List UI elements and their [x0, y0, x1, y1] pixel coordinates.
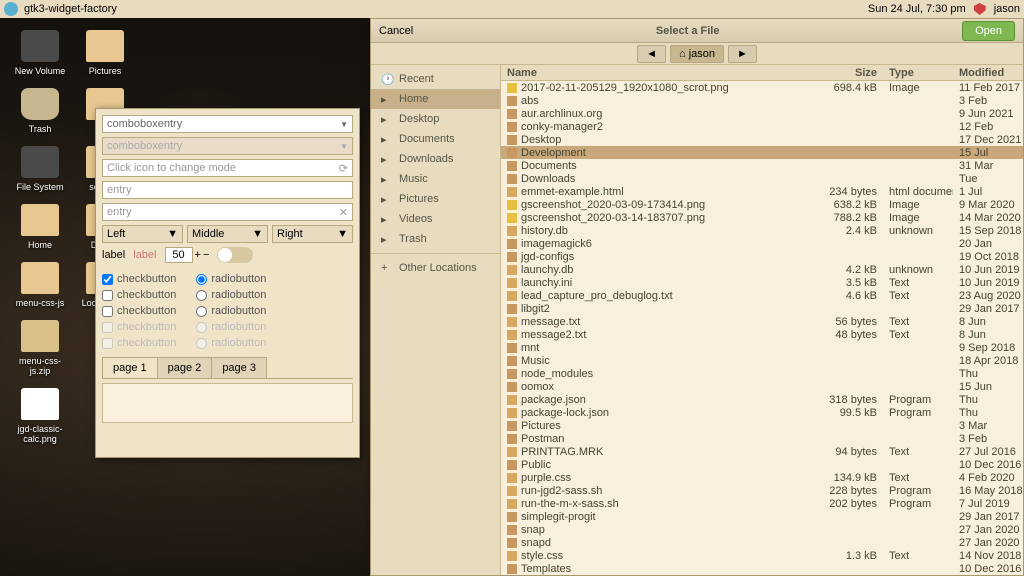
path-fwd[interactable]: ►	[728, 45, 757, 63]
desktop-icon[interactable]: Pictures	[75, 30, 135, 76]
file-row[interactable]: purple.css134.9 kBText4 Feb 2020	[501, 471, 1023, 484]
desktop-icon[interactable]: menu-css-js.zip	[10, 320, 70, 376]
sidebar-item[interactable]: ▸Downloads	[371, 149, 500, 169]
label-2: label	[133, 249, 156, 261]
spin-button[interactable]: +−	[165, 247, 210, 263]
desktop-icon[interactable]: New Volume	[10, 30, 70, 76]
tab-page2[interactable]: page 2	[157, 357, 213, 378]
file-row[interactable]: Pictures3 Mar	[501, 419, 1023, 432]
radios-0[interactable]: radiobutton	[196, 273, 266, 285]
combo-2: comboboxentry▼	[102, 137, 353, 155]
file-row[interactable]: 2017-02-11-205129_1920x1080_scrot.png698…	[501, 81, 1023, 94]
checks-4: checkbutton	[102, 337, 176, 349]
sidebar-item[interactable]: ▸Documents	[371, 129, 500, 149]
file-row[interactable]: Documents31 Mar	[501, 159, 1023, 172]
file-dialog: Cancel Select a File Open ◄ ⌂ jason ► 🕐R…	[370, 18, 1024, 576]
icon-entry[interactable]: Click icon to change mode⟳	[102, 159, 353, 177]
file-row[interactable]: jgd-configs19 Oct 2018	[501, 250, 1023, 263]
file-row[interactable]: conky-manager212 Feb	[501, 120, 1023, 133]
file-row[interactable]: package-lock.json99.5 kBProgramThu	[501, 406, 1023, 419]
file-row[interactable]: launchy.ini3.5 kBText10 Jun 2019	[501, 276, 1023, 289]
file-row[interactable]: message2.txt48 bytesText8 Jun	[501, 328, 1023, 341]
desktop-icon[interactable]: Trash	[10, 88, 70, 134]
file-row[interactable]: simplegit-progit29 Jan 2017	[501, 510, 1023, 523]
file-row[interactable]: node_modulesThu	[501, 367, 1023, 380]
file-row[interactable]: oomox15 Jun	[501, 380, 1023, 393]
sidebar-item[interactable]: ▸Desktop	[371, 109, 500, 129]
file-row[interactable]: run-jgd2-sass.sh228 bytesProgram16 May 2…	[501, 484, 1023, 497]
switch[interactable]	[217, 247, 253, 263]
file-row[interactable]: package.json318 bytesProgramThu	[501, 393, 1023, 406]
file-row[interactable]: libgit229 Jan 2017	[501, 302, 1023, 315]
desktop-icon[interactable]: Home	[10, 204, 70, 250]
file-row[interactable]: Music18 Apr 2018	[501, 354, 1023, 367]
app-title: gtk3-widget-factory	[24, 3, 117, 15]
file-row[interactable]: Templates10 Dec 2016	[501, 562, 1023, 575]
file-row[interactable]: gscreenshot_2020-03-09-173414.png638.2 k…	[501, 198, 1023, 211]
sidebar-item[interactable]: ▸Videos	[371, 209, 500, 229]
file-row[interactable]: style.css1.3 kBText14 Nov 2018	[501, 549, 1023, 562]
file-row[interactable]: abs3 Feb	[501, 94, 1023, 107]
file-row[interactable]: Desktop17 Dec 2021	[501, 133, 1023, 146]
radios-4: radiobutton	[196, 337, 266, 349]
open-button[interactable]: Open	[962, 21, 1015, 41]
file-row[interactable]: emmet-example.html234 byteshtml document…	[501, 185, 1023, 198]
file-header[interactable]: Name Size Type Modified	[501, 65, 1023, 81]
file-row[interactable]: PRINTTAG.MRK94 bytesText27 Jul 2016	[501, 445, 1023, 458]
radios-2[interactable]: radiobutton	[196, 305, 266, 317]
file-row[interactable]: history.db2.4 kBunknown15 Sep 2018	[501, 224, 1023, 237]
file-row[interactable]: lead_capture_pro_debuglog.txt4.6 kBText2…	[501, 289, 1023, 302]
shield-icon[interactable]	[974, 3, 986, 15]
sidebar-item[interactable]: ▸Trash	[371, 229, 500, 249]
seg-right[interactable]: Right▼	[272, 225, 353, 243]
sidebar-other[interactable]: +Other Locations	[371, 258, 500, 278]
entry-2[interactable]: entry✕	[102, 203, 353, 221]
desktop-icon[interactable]: jgd-classic-calc.png	[10, 388, 70, 444]
combo-1[interactable]: comboboxentry▼	[102, 115, 353, 133]
radios-3: radiobutton	[196, 321, 266, 333]
clock[interactable]: Sun 24 Jul, 7:30 pm	[868, 3, 966, 15]
widget-factory-window: comboboxentry▼ comboboxentry▼ Click icon…	[95, 108, 360, 458]
radios-1[interactable]: radiobutton	[196, 289, 266, 301]
file-row[interactable]: snap27 Jan 2020	[501, 523, 1023, 536]
file-row[interactable]: launchy.db4.2 kBunknown10 Jun 2019	[501, 263, 1023, 276]
top-panel: gtk3-widget-factory Sun 24 Jul, 7:30 pm …	[0, 0, 1024, 18]
desktop-icon[interactable]: menu-css-js	[10, 262, 70, 308]
checks-0[interactable]: checkbutton	[102, 273, 176, 285]
path-back[interactable]: ◄	[637, 45, 666, 63]
entry-1[interactable]: entry	[102, 181, 353, 199]
file-row[interactable]: imagemagick620 Jan	[501, 237, 1023, 250]
file-row[interactable]: Public10 Dec 2016	[501, 458, 1023, 471]
menu-icon[interactable]	[4, 2, 18, 16]
checks-3: checkbutton	[102, 321, 176, 333]
sidebar-item[interactable]: ▸Pictures	[371, 189, 500, 209]
dialog-title: Select a File	[413, 25, 962, 37]
path-home[interactable]: ⌂ jason	[670, 45, 724, 63]
sidebar-item[interactable]: ▸Home	[371, 89, 500, 109]
checks-1[interactable]: checkbutton	[102, 289, 176, 301]
file-row[interactable]: run-the-m-x-sass.sh202 bytesProgram7 Jul…	[501, 497, 1023, 510]
sidebar-recent[interactable]: 🕐Recent	[371, 69, 500, 89]
file-row[interactable]: Development15 Jul	[501, 146, 1023, 159]
checks-2[interactable]: checkbutton	[102, 305, 176, 317]
file-row[interactable]: mnt9 Sep 2018	[501, 341, 1023, 354]
user-label[interactable]: jason	[994, 3, 1020, 15]
file-row[interactable]: aur.archlinux.org9 Jun 2021	[501, 107, 1023, 120]
file-row[interactable]: DownloadsTue	[501, 172, 1023, 185]
tab-page1[interactable]: page 1	[102, 357, 158, 378]
file-row[interactable]: gscreenshot_2020-03-14-183707.png788.2 k…	[501, 211, 1023, 224]
seg-left[interactable]: Left▼	[102, 225, 183, 243]
file-row[interactable]: message.txt56 bytesText8 Jun	[501, 315, 1023, 328]
sidebar-item[interactable]: ▸Music	[371, 169, 500, 189]
desktop-icon[interactable]: File System	[10, 146, 70, 192]
label-1: label	[102, 249, 125, 261]
cancel-button[interactable]: Cancel	[379, 25, 413, 37]
tab-page3[interactable]: page 3	[211, 357, 267, 378]
seg-mid[interactable]: Middle▼	[187, 225, 268, 243]
file-row[interactable]: snapd27 Jan 2020	[501, 536, 1023, 549]
file-row[interactable]: Postman3 Feb	[501, 432, 1023, 445]
